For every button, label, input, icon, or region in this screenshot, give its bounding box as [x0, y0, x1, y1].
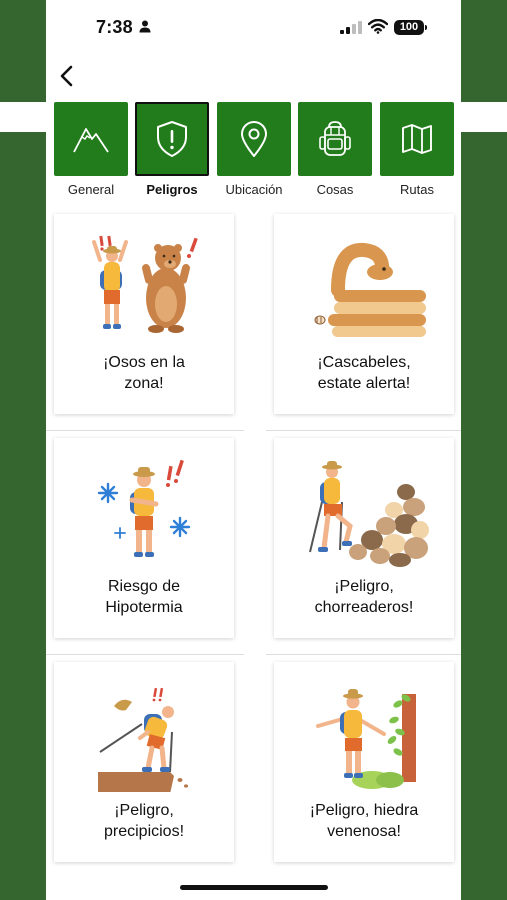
card-title-line: chorreaderos! — [314, 599, 414, 616]
rockslide-hiker-illustration — [309, 461, 429, 567]
tab-label: Rutas — [400, 182, 434, 197]
card-title: Riesgo de Hipotermia — [62, 576, 226, 618]
right-background-band — [461, 102, 507, 132]
home-indicator[interactable] — [180, 885, 328, 890]
card-chorreaderos[interactable]: ¡Peligro, chorreaderos! — [274, 438, 454, 638]
tab-label: General — [67, 182, 115, 197]
card-surface[interactable]: ¡Cascabeles, estate alerta! — [274, 214, 454, 414]
location-pin-icon — [241, 121, 267, 157]
card-title-line: ¡Peligro, — [334, 578, 394, 595]
row-divider — [46, 430, 244, 431]
tab-general[interactable]: General — [54, 102, 128, 202]
card-title-line: ¡Peligro, — [114, 802, 174, 819]
tab-rutas[interactable]: Rutas — [380, 102, 454, 202]
row-divider — [266, 654, 461, 655]
battery-indicator: 100 — [394, 20, 424, 35]
card-surface[interactable]: ¡Peligro, hiedra venenosa! — [274, 662, 454, 862]
row-divider — [46, 654, 244, 655]
card-title-line: estate alerta! — [317, 375, 411, 392]
tab-ubicacion[interactable]: Ubicación — [217, 102, 291, 202]
rattlesnake-illustration — [314, 242, 426, 337]
card-title-line: ¡Peligro, hiedra — [309, 802, 419, 819]
chevron-left-icon[interactable] — [54, 62, 82, 90]
card-title-line: Riesgo de — [107, 578, 181, 595]
hypothermia-hiker-illustration — [97, 459, 191, 557]
card-title-line: ¡Cascabeles, — [317, 354, 411, 371]
card-title: ¡Peligro, hiedra venenosa! — [282, 800, 446, 842]
battery-cap — [425, 25, 427, 30]
right-background — [461, 0, 507, 900]
person-icon — [139, 20, 151, 33]
card-surface[interactable]: Riesgo de Hipotermia — [54, 438, 234, 638]
card-title-line: ¡Osos en la — [103, 354, 185, 371]
card-title: ¡Peligro, chorreaderos! — [282, 576, 446, 618]
hazards-grid: ¡Osos en la zona! ¡Cascabeles, estate al… — [46, 206, 461, 876]
status-time: 7:38 — [96, 17, 133, 37]
poison-ivy-illustration — [316, 689, 416, 789]
card-precipicios[interactable]: ¡Peligro, precipicios! — [54, 662, 234, 862]
card-cascabeles[interactable]: ¡Cascabeles, estate alerta! — [274, 214, 454, 414]
category-tabs: General Peligros Ubicación Cosas Rutas — [46, 102, 461, 308]
shield-alert-icon — [157, 121, 187, 157]
tab-label: Ubicación — [225, 182, 283, 197]
cellular-signal-icon — [340, 21, 362, 34]
row-divider — [266, 430, 461, 431]
map-icon — [402, 124, 432, 154]
tab-cosas[interactable]: Cosas — [298, 102, 372, 202]
card-title-line: venenosa! — [327, 823, 401, 840]
cliff-hiker-illustration — [98, 687, 188, 792]
card-surface[interactable]: ¡Osos en la zona! — [54, 214, 234, 414]
card-title: ¡Cascabeles, estate alerta! — [282, 352, 446, 394]
left-background — [0, 0, 46, 900]
navigation-bar — [46, 56, 461, 96]
status-bar: 7:38 100 — [46, 0, 461, 56]
bear-hiker-illustration — [92, 235, 198, 333]
card-title-line: zona! — [124, 375, 164, 392]
mountain-icon — [73, 128, 109, 153]
card-title: ¡Peligro, precipicios! — [62, 800, 226, 842]
tab-label: Cosas — [316, 182, 354, 197]
backpack-icon — [319, 121, 351, 156]
card-surface[interactable]: ¡Peligro, precipicios! — [54, 662, 234, 862]
tab-label: Peligros — [146, 182, 198, 197]
card-title-line: Hipotermia — [105, 599, 183, 616]
phone-screen: 7:38 100 General Peligros Ubicación Cosa… — [46, 0, 461, 900]
tab-peligros[interactable]: Peligros — [135, 102, 209, 202]
wifi-icon — [368, 19, 388, 34]
card-hiedra-venenosa[interactable]: ¡Peligro, hiedra venenosa! — [274, 662, 454, 862]
card-hipotermia[interactable]: Riesgo de Hipotermia — [54, 438, 234, 638]
card-surface[interactable]: ¡Peligro, chorreaderos! — [274, 438, 454, 638]
card-osos[interactable]: ¡Osos en la zona! — [54, 214, 234, 414]
card-title-line: precipicios! — [103, 823, 185, 840]
left-background-band — [0, 102, 46, 132]
card-title: ¡Osos en la zona! — [62, 352, 226, 394]
